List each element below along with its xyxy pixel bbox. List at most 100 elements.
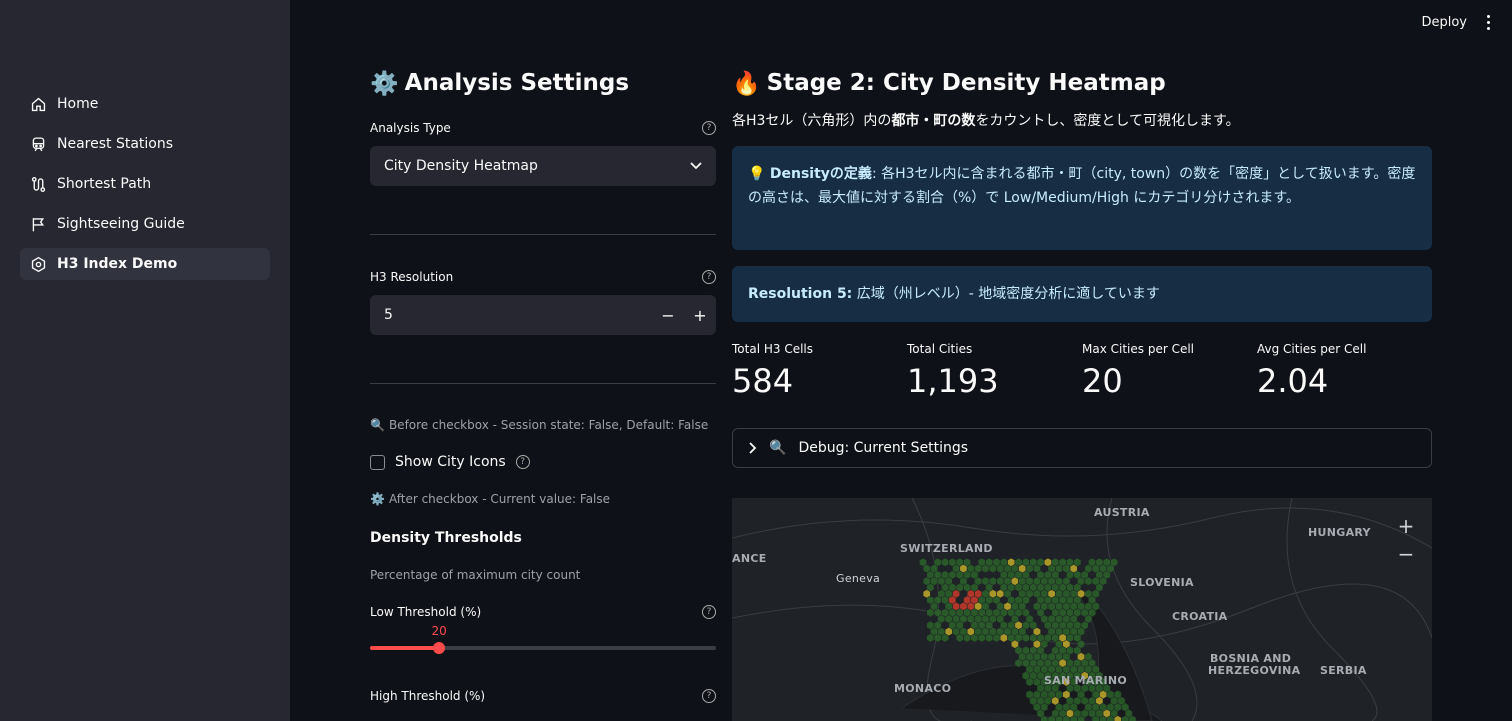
- h3-cell[interactable]: [1014, 658, 1023, 668]
- after-checkbox-text: After checkbox - Current value: False: [388, 492, 611, 506]
- low-threshold-label: Low Threshold (%): [370, 605, 482, 619]
- map-label-serbia: SERBIA: [1320, 664, 1367, 677]
- h3-cell[interactable]: [970, 633, 979, 643]
- density-definition-info: 💡 Densityの定義: 各H3セル内に含まれる都市・町（city, town…: [732, 146, 1432, 250]
- density-map[interactable]: AUSTRIA HUNGARY SWITZERLAND ANCE Geneva …: [732, 498, 1432, 721]
- hexagon-icon: [31, 256, 46, 272]
- before-checkbox-text: Before checkbox - Session state: False, …: [388, 418, 709, 432]
- desc-text: 各H3セル（六角形）内の: [732, 113, 892, 129]
- increment-button[interactable]: +: [684, 306, 716, 325]
- metric-avg-cities: Avg Cities per Cell 2.04: [1257, 342, 1432, 400]
- sidebar-item-label: Shortest Path: [57, 176, 152, 192]
- divider: [370, 383, 716, 384]
- map-label-slovenia: SLOVENIA: [1130, 576, 1194, 589]
- resolution-value: 5: [384, 307, 393, 323]
- h3-cell[interactable]: [963, 633, 971, 643]
- stage-description: 各H3セル（六角形）内の都市・町の数をカウントし、密度として可視化します。: [732, 110, 1432, 130]
- low-threshold-label-row: Low Threshold (%) ?: [370, 602, 716, 622]
- metric-value: 2.04: [1257, 362, 1329, 400]
- analysis-type-value: City Density Heatmap: [384, 158, 538, 174]
- stage-panel: 🔥 Stage 2: City Density Heatmap 各H3セル（六角…: [732, 64, 1432, 721]
- magnifier-icon: 🔍: [769, 440, 787, 456]
- sidebar-item-shortest-path[interactable]: Shortest Path: [20, 168, 270, 200]
- resolution-number-input[interactable]: 5 − +: [370, 295, 716, 335]
- slider-fill: [370, 646, 440, 650]
- sidebar-item-label: Nearest Stations: [57, 136, 174, 152]
- zoom-in-button[interactable]: +: [1396, 512, 1416, 540]
- sidebar-nav: Home Nearest Stations Shortest Path Sigh…: [20, 88, 270, 288]
- train-icon: [32, 136, 45, 151]
- high-threshold-label: High Threshold (%): [370, 689, 486, 703]
- help-icon[interactable]: ?: [702, 270, 716, 284]
- resolution-info: Resolution 5: 広域（州レベル）- 地域密度分析に適しています: [732, 266, 1432, 322]
- show-city-icons-checkbox[interactable]: [370, 454, 385, 470]
- thresholds-caption: Percentage of maximum city count: [370, 568, 581, 582]
- route-icon: [31, 176, 46, 192]
- metric-label: Avg Cities per Cell: [1257, 342, 1367, 356]
- h3-cell[interactable]: [941, 633, 949, 643]
- metric-max-cities: Max Cities per Cell 20: [1082, 342, 1257, 400]
- lightbulb-icon: 💡: [748, 166, 766, 182]
- show-city-icons-row[interactable]: Show City Icons ?: [370, 454, 716, 470]
- before-checkbox-caption: 🔍 Before checkbox - Session state: False…: [370, 418, 716, 432]
- metric-value: 1,193: [907, 362, 999, 400]
- analysis-type-select[interactable]: City Density Heatmap: [370, 146, 716, 186]
- h3-cell[interactable]: [941, 557, 949, 567]
- decrement-button[interactable]: −: [652, 306, 684, 325]
- h3-cell[interactable]: [992, 633, 1001, 643]
- h3-cell[interactable]: [926, 633, 935, 643]
- map-label-austria: AUSTRIA: [1094, 506, 1150, 519]
- zoom-out-button[interactable]: −: [1396, 540, 1416, 568]
- h3-cell[interactable]: [988, 564, 997, 574]
- help-icon[interactable]: ?: [702, 689, 716, 703]
- map-label-monaco: MONACO: [894, 682, 952, 695]
- metrics-row: Total H3 Cells 584 Total Cities 1,193 Ma…: [732, 342, 1432, 400]
- main-menu-icon[interactable]: [1487, 14, 1490, 30]
- settings-heading: ⚙️ Analysis Settings: [370, 64, 716, 102]
- analysis-type-label-row: Analysis Type ?: [370, 118, 716, 138]
- debug-expander[interactable]: 🔍 Debug: Current Settings: [732, 428, 1432, 468]
- home-icon: [31, 97, 46, 111]
- slider-value: 20: [431, 624, 447, 638]
- resolution-label-row: H3 Resolution ?: [370, 267, 716, 287]
- h3-cell[interactable]: [977, 633, 986, 643]
- h3-cell[interactable]: [1022, 633, 1030, 643]
- gear-icon: ⚙️: [370, 70, 399, 97]
- h3-cell[interactable]: [933, 633, 942, 643]
- sidebar-item-label: Home: [57, 96, 99, 112]
- h3-cell[interactable]: [985, 633, 994, 643]
- fire-icon: 🔥: [732, 70, 761, 97]
- h3-cell[interactable]: [1025, 677, 1034, 687]
- map-label-switzerland: SWITZERLAND: [900, 542, 993, 555]
- h3-cell[interactable]: [1084, 576, 1093, 586]
- flag-icon: [32, 217, 45, 231]
- low-threshold-slider[interactable]: 20: [370, 624, 716, 654]
- h3-cell[interactable]: [955, 633, 964, 643]
- help-icon[interactable]: ?: [702, 605, 716, 619]
- analysis-settings-panel: ⚙️ Analysis Settings Analysis Type ? Cit…: [370, 64, 716, 706]
- sidebar-item-home[interactable]: Home: [20, 88, 270, 120]
- debug-label: Debug: Current Settings: [798, 440, 969, 456]
- sidebar-item-h3-index-demo[interactable]: H3 Index Demo: [20, 248, 270, 280]
- metric-label: Total Cities: [907, 342, 973, 356]
- info-bold: Densityの定義: [769, 166, 872, 182]
- deploy-button[interactable]: Deploy: [1421, 15, 1467, 30]
- h3-cell[interactable]: [926, 608, 935, 618]
- map-label-herzegovina: HERZEGOVINA: [1208, 664, 1301, 677]
- info-text: 広域（州レベル）- 地域密度分析に適しています: [852, 286, 1160, 302]
- density-thresholds-heading: Density Thresholds: [370, 530, 522, 546]
- h3-cell[interactable]: [981, 564, 990, 574]
- help-icon[interactable]: ?: [515, 455, 530, 469]
- map-label-france: ANCE: [732, 552, 767, 565]
- info-bold: Resolution 5:: [748, 286, 853, 302]
- sidebar-item-sightseeing-guide[interactable]: Sightseeing Guide: [20, 208, 270, 240]
- map-label-geneva: Geneva: [836, 572, 881, 585]
- slider-thumb[interactable]: [433, 642, 446, 654]
- h3-cell[interactable]: [999, 633, 1008, 643]
- stage-title: Stage 2: City Density Heatmap: [766, 70, 1166, 96]
- metric-label: Total H3 Cells: [732, 342, 813, 356]
- gear-icon: ⚙️: [370, 492, 385, 506]
- help-icon[interactable]: ?: [702, 121, 716, 135]
- sidebar-item-label: Sightseeing Guide: [57, 216, 185, 232]
- sidebar-item-nearest-stations[interactable]: Nearest Stations: [20, 128, 270, 160]
